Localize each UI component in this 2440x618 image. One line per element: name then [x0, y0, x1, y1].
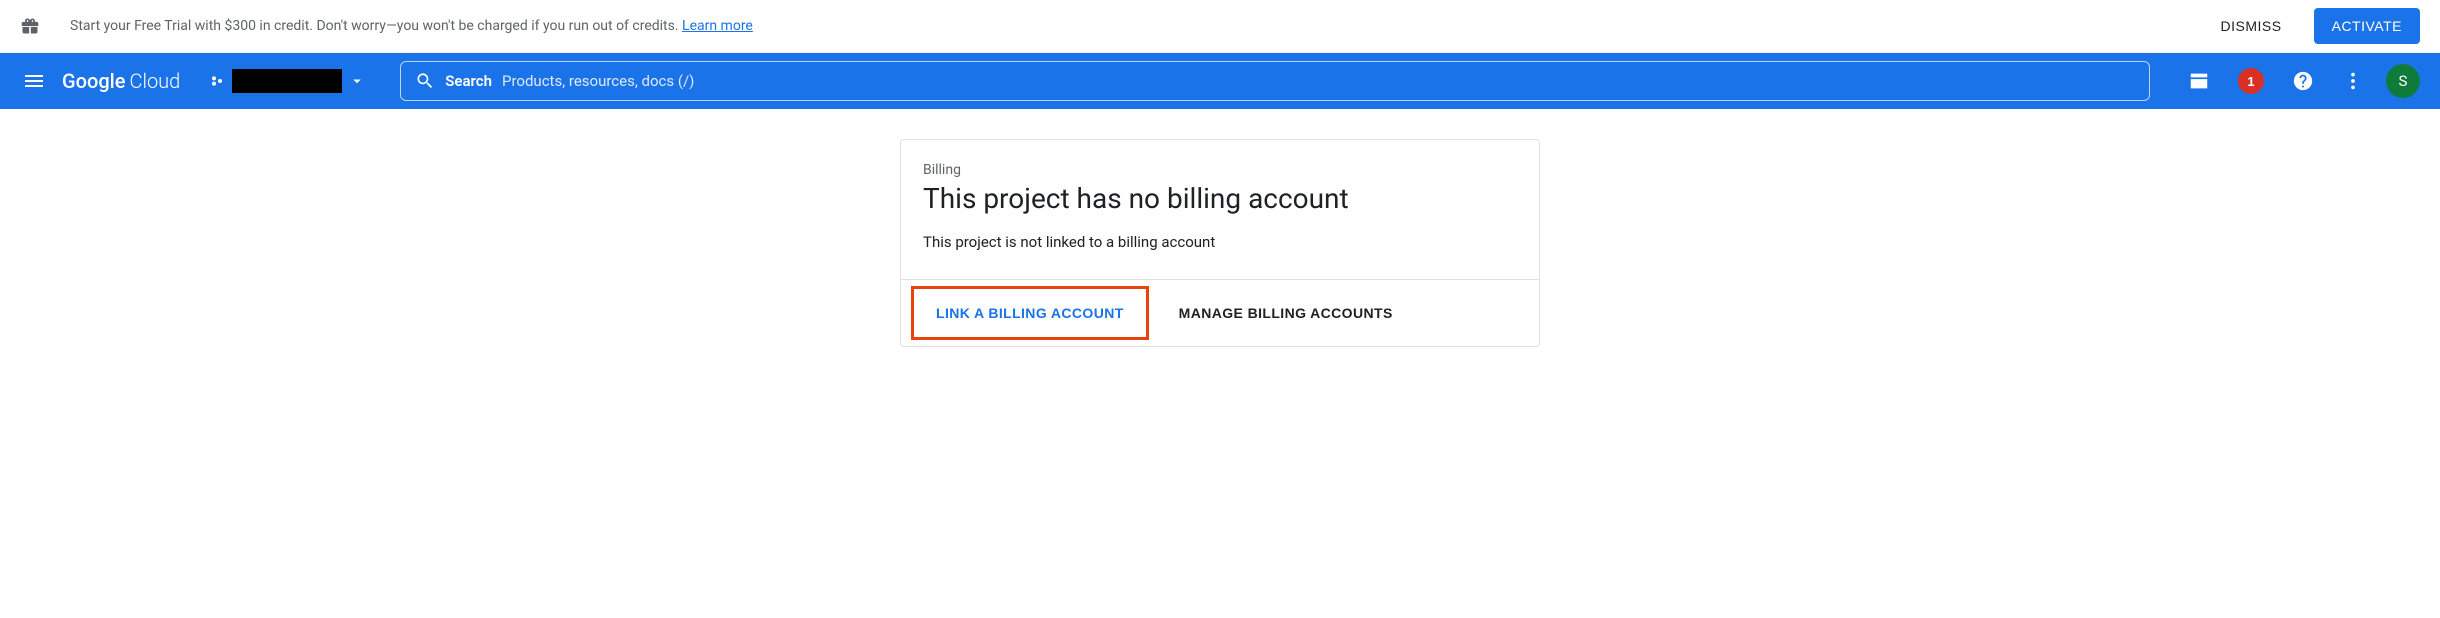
billing-card-actions: LINK A BILLING ACCOUNT MANAGE BILLING AC…: [901, 279, 1539, 346]
billing-title: This project has no billing account: [923, 182, 1517, 215]
account-avatar[interactable]: S: [2386, 64, 2420, 98]
search-icon: [415, 71, 435, 91]
project-name-redacted: [232, 69, 342, 93]
hamburger-icon: [22, 69, 46, 93]
notification-badge: 1: [2238, 68, 2264, 94]
logo-bold: Google: [62, 69, 125, 93]
dismiss-button[interactable]: DISMISS: [2209, 10, 2294, 42]
hamburger-menu-button[interactable]: [12, 59, 56, 103]
search-placeholder: Products, resources, docs (/): [502, 72, 694, 90]
more-button[interactable]: [2336, 64, 2370, 98]
activate-button[interactable]: ACTIVATE: [2314, 8, 2420, 44]
billing-eyebrow: Billing: [923, 162, 1517, 178]
billing-subtext: This project is not linked to a billing …: [923, 233, 1517, 251]
help-icon: [2292, 70, 2314, 92]
notifications-button[interactable]: 1: [2232, 62, 2270, 100]
project-icon: [210, 73, 226, 89]
header-bar: Google Cloud Search Products, resources,…: [0, 53, 2440, 109]
main-content: Billing This project has no billing acco…: [0, 109, 2440, 347]
header-actions: 1 S: [2174, 62, 2428, 100]
cloud-shell-button[interactable]: [2182, 64, 2216, 98]
link-billing-account-button[interactable]: LINK A BILLING ACCOUNT: [911, 286, 1149, 340]
help-button[interactable]: [2286, 64, 2320, 98]
billing-card: Billing This project has no billing acco…: [900, 139, 1540, 347]
project-selector-button[interactable]: [200, 63, 376, 99]
promo-text: Start your Free Trial with $300 in credi…: [70, 18, 2209, 34]
search-label: Search: [445, 72, 492, 90]
billing-card-body: Billing This project has no billing acco…: [901, 140, 1539, 279]
promo-banner: Start your Free Trial with $300 in credi…: [0, 0, 2440, 53]
cloud-shell-icon: [2188, 70, 2210, 92]
gift-icon: [20, 16, 40, 36]
manage-billing-accounts-button[interactable]: MANAGE BILLING ACCOUNTS: [1157, 284, 1415, 342]
more-vert-icon: [2342, 70, 2364, 92]
search-box[interactable]: Search Products, resources, docs (/): [400, 61, 2150, 101]
google-cloud-logo[interactable]: Google Cloud: [62, 69, 180, 93]
logo-thin: Cloud: [129, 69, 180, 93]
chevron-down-icon: [348, 72, 366, 90]
learn-more-link[interactable]: Learn more: [682, 18, 753, 34]
promo-text-content: Start your Free Trial with $300 in credi…: [70, 18, 682, 34]
